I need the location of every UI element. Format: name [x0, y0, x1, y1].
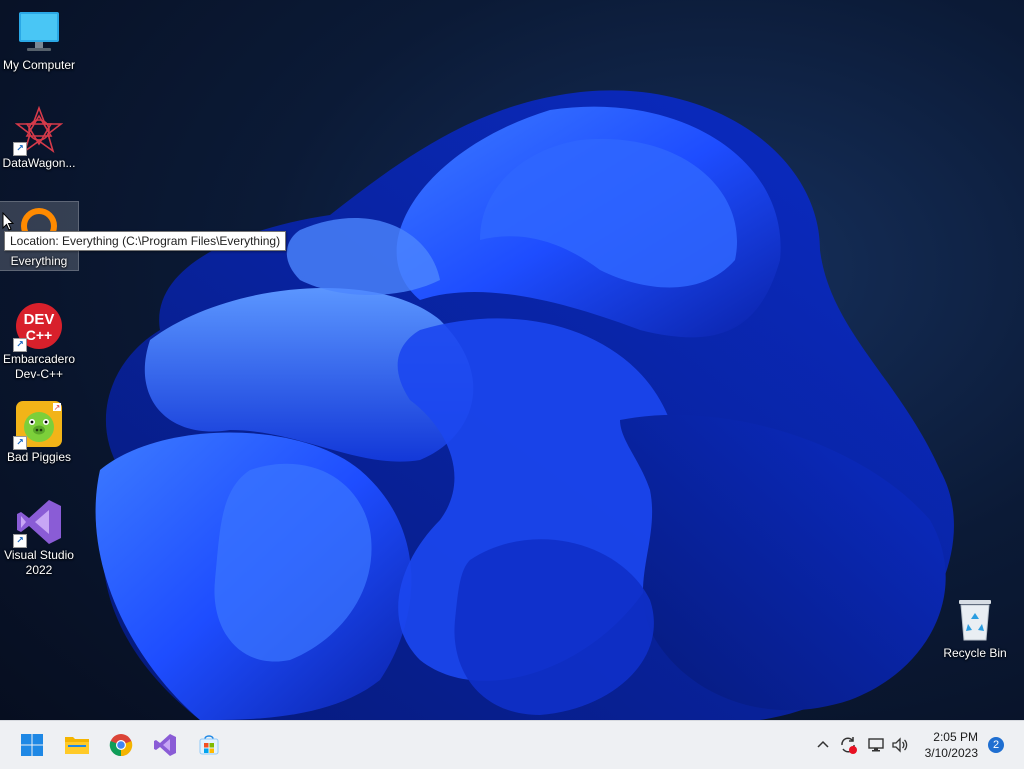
desktop-icon-label: DataWagon... [2, 156, 76, 170]
network-icon [868, 738, 884, 752]
notification-badge[interactable]: 2 [988, 737, 1004, 753]
taskbar: 2:05 PM 3/10/2023 2 [0, 720, 1024, 769]
svg-text:↗: ↗ [54, 403, 61, 412]
desktop-icon-label: Embarcadero [2, 352, 76, 366]
desktop-wallpaper [0, 0, 1024, 720]
desktop-icon-label: Dev-C++ [14, 367, 64, 381]
desktop-icon-datawagon[interactable]: ↗ DataWagon... [0, 105, 78, 171]
store-icon [199, 735, 219, 755]
devcpp-icon: DEV C++ ↗ [13, 302, 63, 352]
chevron-up-icon [817, 740, 829, 748]
desktop-icon-label: Visual Studio [4, 548, 74, 562]
shortcut-arrow-icon: ↗ [13, 338, 27, 352]
devcpp-logo-bottom-text: C++ [26, 327, 52, 343]
taskbar-visual-studio[interactable] [149, 729, 181, 761]
shortcut-arrow-icon: ↗ [13, 534, 27, 548]
speaker-icon [892, 737, 908, 753]
folder-icon [65, 737, 89, 754]
visual-studio-icon [154, 734, 176, 756]
desktop-icon-visual-studio[interactable]: ↗ Visual Studio 2022 [0, 498, 78, 578]
desktop-icon-bad-piggies[interactable]: ↗ ↗ Bad Piggies [0, 400, 78, 465]
tray-volume[interactable] [890, 721, 910, 769]
desktop-icon-label: Recycle Bin [943, 646, 1007, 660]
recycle-bin-icon [951, 596, 999, 644]
shortcut-arrow-icon: ↗ [13, 436, 27, 450]
tooltip: Location: Everything (C:\Program Files\E… [4, 231, 287, 251]
taskbar-microsoft-store[interactable] [193, 729, 225, 761]
desktop-icon-devcpp[interactable]: DEV C++ ↗ Embarcadero Dev-C++ [0, 302, 78, 382]
datawagon-icon: ↗ [13, 105, 64, 156]
tray-overflow-chevron[interactable] [814, 721, 832, 769]
taskbar-file-explorer[interactable] [61, 729, 93, 761]
start-button[interactable] [16, 729, 48, 761]
desktop-icon-label: Bad Piggies [6, 450, 72, 464]
tray-network[interactable] [866, 721, 886, 769]
clock-date: 3/10/2023 [924, 746, 978, 760]
taskbar-clock[interactable]: 2:05 PM 3/10/2023 [908, 729, 978, 761]
tray-sync-status[interactable] [838, 721, 858, 769]
sync-error-icon [841, 737, 857, 754]
monitor-icon [15, 8, 63, 56]
windows-logo-icon [21, 734, 43, 756]
devcpp-logo-top-text: DEV [24, 311, 55, 328]
shortcut-arrow-icon: ↗ [13, 142, 27, 156]
chrome-icon [109, 734, 133, 757]
visual-studio-icon: ↗ [13, 498, 63, 548]
taskbar-chrome[interactable] [105, 729, 137, 761]
desktop-icon-label: 2022 [25, 563, 53, 577]
desktop-icon-recycle-bin[interactable]: Recycle Bin [936, 596, 1014, 661]
desktop-icon-label: My Computer [2, 58, 76, 72]
desktop-icon-my-computer[interactable]: My Computer [0, 8, 78, 73]
bad-piggies-icon: ↗ ↗ [13, 400, 63, 450]
desktop-icon-label: Everything [10, 254, 68, 268]
clock-time: 2:05 PM [933, 730, 978, 744]
